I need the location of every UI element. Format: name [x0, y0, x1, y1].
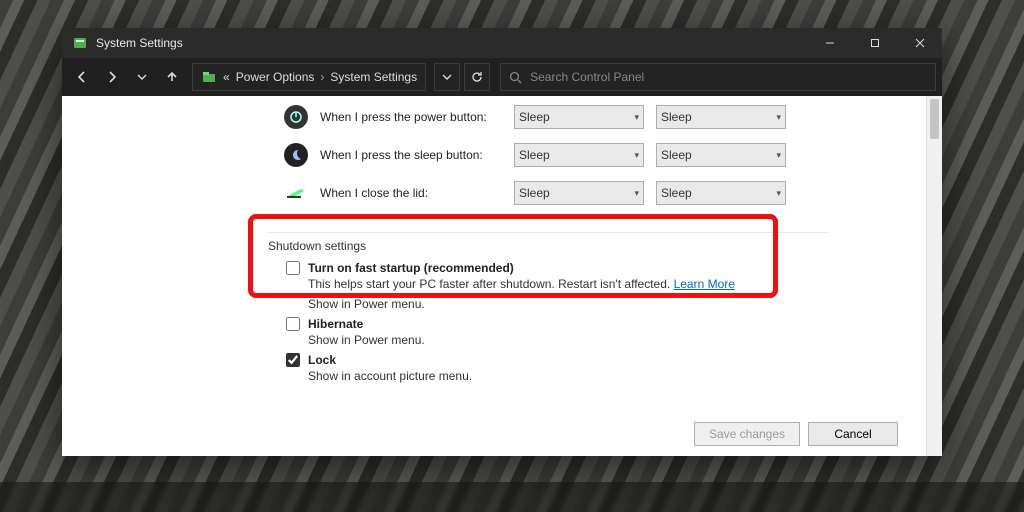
lock-checkbox[interactable] [286, 353, 300, 367]
row-power-button: When I press the power button: Sleep▾ Sl… [284, 98, 926, 136]
sleep-desc: Show in Power menu. [308, 297, 828, 311]
recent-button[interactable] [128, 63, 156, 91]
row-sleep-button: When I press the sleep button: Sleep▾ Sl… [284, 136, 926, 174]
scrollbar-thumb[interactable] [930, 99, 939, 139]
laptop-icon [284, 181, 308, 205]
taskbar [0, 482, 1024, 512]
lid-battery-select[interactable]: Sleep▾ [514, 181, 644, 205]
chevron-down-icon: ▾ [776, 150, 781, 161]
lock-label: Lock [308, 353, 336, 367]
lock-desc: Show in account picture menu. [308, 369, 828, 383]
chevron-down-icon: ▾ [634, 112, 639, 123]
chevron-down-icon: ▾ [634, 188, 639, 199]
hibernate-label: Hibernate [308, 317, 363, 331]
cancel-button[interactable]: Cancel [808, 422, 898, 446]
footer-buttons: Save changes Cancel [694, 422, 898, 446]
hibernate-checkbox[interactable] [286, 317, 300, 331]
option-hibernate: Hibernate Show in Power menu. [286, 317, 828, 347]
titlebar: System Settings [62, 28, 942, 58]
save-button[interactable]: Save changes [694, 422, 800, 446]
breadcrumb-prefix: « [223, 70, 230, 84]
chevron-down-icon: ▾ [776, 188, 781, 199]
close-button[interactable] [897, 28, 942, 58]
sleep-button-battery-select[interactable]: Sleep▾ [514, 143, 644, 167]
breadcrumb[interactable]: « Power Options › System Settings [192, 63, 426, 91]
minimize-button[interactable] [807, 28, 852, 58]
power-button-label: When I press the power button: [320, 110, 502, 124]
row-close-lid: When I close the lid: Sleep▾ Sleep▾ [284, 174, 926, 212]
search-placeholder: Search Control Panel [530, 70, 644, 84]
navigation-bar: « Power Options › System Settings Search… [62, 58, 942, 96]
back-button[interactable] [68, 63, 96, 91]
hibernate-desc: Show in Power menu. [308, 333, 828, 347]
option-fast-startup: Turn on fast startup (recommended) This … [286, 261, 828, 291]
chevron-down-icon: ▾ [634, 150, 639, 161]
content-area: When I press the power button: Sleep▾ Sl… [62, 96, 942, 456]
moon-icon [284, 143, 308, 167]
breadcrumb-dropdown-button[interactable] [434, 63, 460, 91]
fast-startup-checkbox[interactable] [286, 261, 300, 275]
forward-button[interactable] [98, 63, 126, 91]
sleep-button-plugged-select[interactable]: Sleep▾ [656, 143, 786, 167]
maximize-button[interactable] [852, 28, 897, 58]
power-icon [284, 105, 308, 129]
chevron-right-icon: › [320, 70, 324, 84]
window-title: System Settings [96, 36, 183, 50]
fast-startup-label: Turn on fast startup (recommended) [308, 261, 514, 275]
app-icon [72, 35, 88, 51]
search-icon [509, 71, 522, 84]
option-lock: Lock Show in account picture menu. [286, 353, 828, 383]
section-heading: Shutdown settings [268, 239, 828, 253]
sleep-button-label: When I press the sleep button: [320, 148, 502, 162]
scrollbar[interactable] [926, 96, 942, 456]
power-button-battery-select[interactable]: Sleep▾ [514, 105, 644, 129]
folder-icon [201, 69, 217, 85]
fast-startup-desc: This helps start your PC faster after sh… [308, 277, 670, 291]
option-sleep: Show in Power menu. [286, 297, 828, 311]
search-input[interactable]: Search Control Panel [500, 63, 936, 91]
shutdown-settings-section: Shutdown settings Turn on fast startup (… [268, 232, 828, 383]
learn-more-link[interactable]: Learn More [674, 277, 735, 291]
up-button[interactable] [158, 63, 186, 91]
system-settings-window: System Settings « Power Options › System… [62, 28, 942, 456]
lid-plugged-select[interactable]: Sleep▾ [656, 181, 786, 205]
close-lid-label: When I close the lid: [320, 186, 502, 200]
breadcrumb-power-options[interactable]: Power Options [236, 70, 315, 84]
breadcrumb-system-settings[interactable]: System Settings [330, 70, 417, 84]
refresh-button[interactable] [464, 63, 490, 91]
power-button-plugged-select[interactable]: Sleep▾ [656, 105, 786, 129]
chevron-down-icon: ▾ [776, 112, 781, 123]
